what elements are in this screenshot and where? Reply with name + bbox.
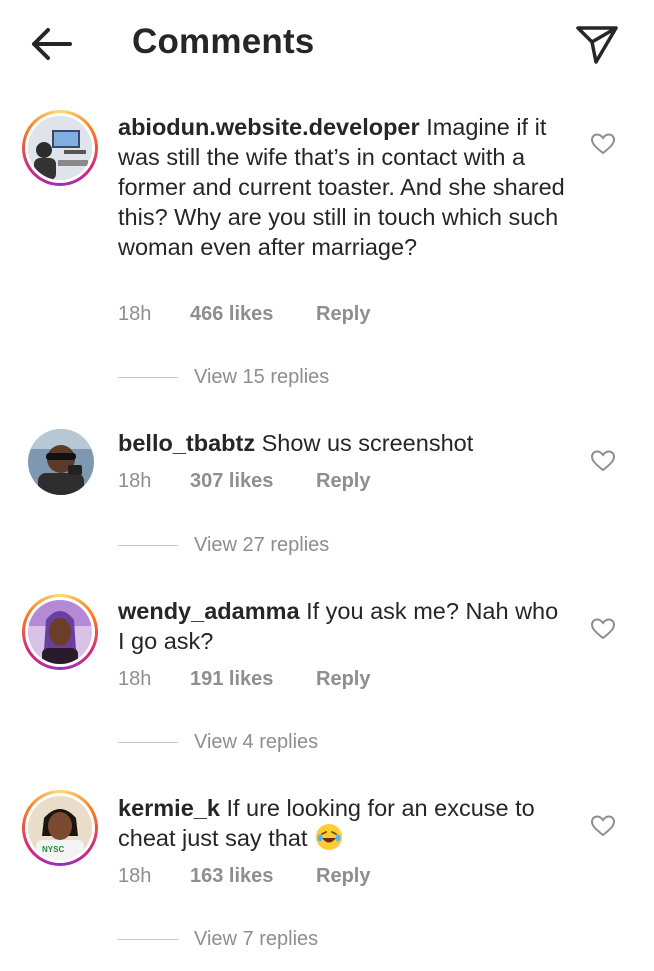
comment-text: bello_tbabtz Show us screenshot [118, 428, 568, 458]
header-bar: Comments [0, 0, 654, 90]
paper-plane-icon [576, 26, 618, 64]
reply-button[interactable]: Reply [316, 470, 370, 493]
comment-username[interactable]: wendy_adamma [118, 598, 300, 624]
reply-button[interactable]: Reply [316, 865, 370, 888]
avatar[interactable] [22, 110, 98, 186]
avatar[interactable] [28, 429, 94, 495]
laughing-emoji-icon [315, 824, 342, 850]
back-button[interactable] [26, 22, 76, 66]
view-replies-button[interactable]: View 7 replies [118, 928, 318, 951]
reply-button[interactable]: Reply [316, 668, 370, 691]
comment-text: abiodun.website.developer Imagine if it … [118, 112, 568, 262]
likes-count[interactable]: 191 likes [190, 668, 316, 691]
comment-body: Show us screenshot [261, 430, 474, 456]
view-replies-label: View 27 replies [194, 534, 330, 556]
comment-meta: 18h 466 likes Reply [118, 303, 370, 326]
share-button[interactable] [574, 20, 620, 66]
arrow-left-icon [32, 28, 72, 60]
view-replies-button[interactable]: View 4 replies [118, 731, 318, 754]
replies-divider [118, 376, 178, 379]
comment-text: wendy_adamma If you ask me? Nah who I go… [118, 596, 568, 656]
replies-divider [118, 544, 178, 547]
view-replies-label: View 15 replies [194, 366, 330, 388]
page-title: Comments [132, 22, 315, 61]
likes-count[interactable]: 466 likes [190, 303, 316, 326]
comment-time: 18h [118, 303, 152, 325]
reply-button[interactable]: Reply [316, 303, 370, 326]
comment-username[interactable]: kermie_k [118, 795, 220, 821]
comment-meta: 18h 307 likes Reply [118, 470, 370, 493]
view-replies-label: View 4 replies [194, 731, 319, 753]
avatar[interactable]: NYSC [22, 790, 98, 866]
comment-username[interactable]: abiodun.website.developer [118, 114, 420, 140]
comment-meta: 18h 191 likes Reply [118, 668, 370, 691]
heart-icon[interactable] [590, 132, 616, 156]
comment-text: kermie_k If ure looking for an excuse to… [118, 793, 568, 853]
comment-meta: 18h 163 likes Reply [118, 865, 370, 888]
view-replies-label: View 7 replies [194, 928, 319, 950]
comment-time: 18h [118, 470, 152, 492]
heart-icon[interactable] [590, 449, 616, 473]
heart-icon[interactable] [590, 617, 616, 641]
replies-divider [118, 938, 178, 941]
comment-username[interactable]: bello_tbabtz [118, 430, 255, 456]
view-replies-button[interactable]: View 27 replies [118, 534, 329, 557]
likes-count[interactable]: 163 likes [190, 865, 316, 888]
replies-divider [118, 741, 178, 744]
avatar-shirt-text: NYSC [42, 845, 64, 854]
heart-icon[interactable] [590, 814, 616, 838]
comment-time: 18h [118, 865, 152, 887]
likes-count[interactable]: 307 likes [190, 470, 316, 493]
view-replies-button[interactable]: View 15 replies [118, 366, 329, 389]
comment-time: 18h [118, 668, 152, 690]
avatar[interactable] [22, 594, 98, 670]
